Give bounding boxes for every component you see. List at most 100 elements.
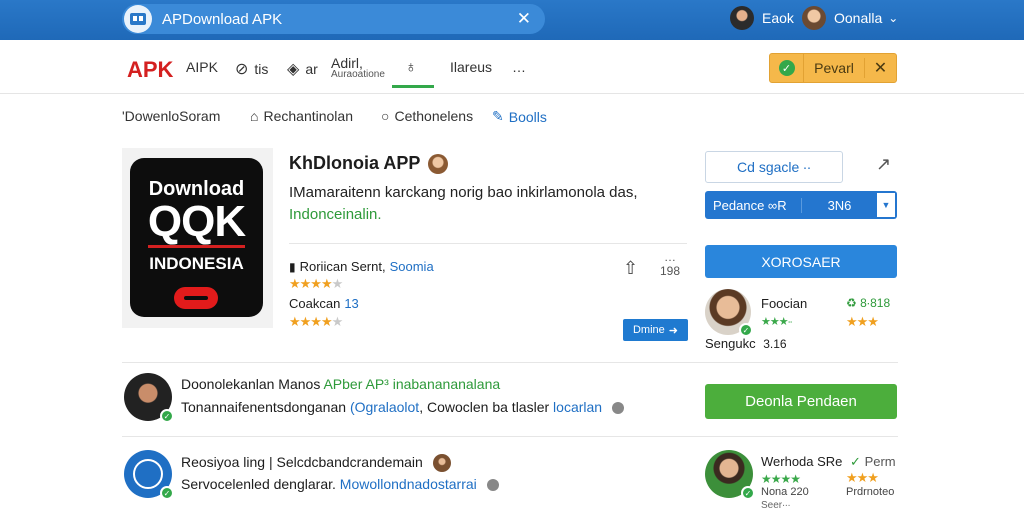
user-menu-2[interactable]: Oonalla ⌄: [802, 6, 898, 30]
lock-icon: ⌂: [250, 108, 259, 124]
nav-item-label: Adirl,: [331, 55, 363, 71]
reviewer-sub-value: 3.16: [763, 337, 787, 351]
nav-item-label: ar: [305, 61, 318, 77]
check-icon: ✓: [850, 454, 861, 469]
close-icon[interactable]: ✕: [864, 58, 896, 78]
reviewer-avatar[interactable]: ✓: [705, 289, 753, 337]
nav-item-more[interactable]: …: [512, 59, 526, 75]
verified-icon: ✓: [741, 486, 755, 500]
select-value: 3N6: [801, 197, 877, 213]
subnav-label: Rechantinolan: [263, 108, 353, 124]
meta-value: 13: [344, 296, 359, 311]
row-title-text-2: | Selcdcbandcrandemain: [268, 454, 423, 470]
nav-item-ilareus[interactable]: Ilareus: [450, 59, 492, 75]
app-description: IMamaraitenn karckang norig bao inkirlam…: [289, 182, 649, 226]
reviewer-stars-green: ★★★★: [761, 472, 801, 486]
sub-nav: 'DowenloSoram ⌂ Rechantinolan ○ Cethonel…: [0, 100, 1024, 130]
check-icon: ✓: [778, 60, 795, 76]
action-button[interactable]: Pevarl: [804, 60, 864, 76]
share-icon[interactable]: ⇧: [623, 258, 638, 279]
info-icon[interactable]: [611, 402, 624, 415]
globe-icon: [133, 459, 163, 489]
row-sub-link[interactable]: (Ogralaolot: [350, 399, 419, 415]
subnav-tools[interactable]: ✎ Boolls: [492, 108, 547, 125]
divider: [122, 362, 898, 363]
active-tab-indicator: [392, 85, 434, 88]
nav-item-label: tis: [254, 61, 269, 77]
search-text[interactable]: APDownload APK: [162, 11, 517, 28]
reviewer-rating: ♻ 8∙818: [846, 296, 891, 310]
play-icon: [174, 287, 218, 309]
row-title-text: Reosiyoa ling: [181, 454, 266, 470]
select-label: Pedance ∞R: [713, 197, 787, 213]
subnav-cethon[interactable]: ○ Cethonelens: [381, 108, 473, 124]
nav-item-label: AIPK: [186, 59, 218, 75]
app-cover[interactable]: Download QQK INDONESIA: [122, 148, 273, 328]
subnav-download[interactable]: 'DowenloSoram: [122, 108, 220, 124]
nav-item-adirl[interactable]: Adirl, Auraoatione: [331, 55, 385, 80]
row-sub-link[interactable]: Mowollondnadostarrai: [340, 476, 477, 492]
reviewer-name-text: Werhoda SRe: [761, 454, 843, 469]
search-bar[interactable]: APDownload APK ✕: [122, 4, 545, 34]
divider: [122, 436, 898, 437]
stars-filled: ★★★★: [289, 314, 333, 329]
logo[interactable]: APK: [127, 57, 173, 83]
app-store-icon: [124, 5, 152, 33]
meta-link[interactable]: Soomia: [390, 259, 434, 274]
nav-item-tis[interactable]: ⊘ tis: [235, 59, 268, 79]
download-button[interactable]: Deonla Pendaen: [705, 384, 897, 419]
row-sub-link-2[interactable]: locarlan: [553, 399, 602, 415]
version-select[interactable]: Pedance ∞R 3N6 ▼: [705, 191, 897, 219]
row-sub: Tonannaifenentsdonganan (Ogralaolot, Cow…: [181, 399, 624, 415]
reviewer-count-right: Prdrnoteo: [846, 486, 895, 498]
user-name: Oonalla: [834, 10, 883, 26]
desc-main: IMamaraitenn karckang norig bao inkirlam…: [289, 184, 638, 201]
logo-line-3: INDONESIA: [149, 254, 244, 273]
info-icon[interactable]: [486, 479, 499, 492]
forward-icon[interactable]: ↗: [876, 154, 891, 175]
nav-item-apps[interactable]: ♁: [405, 59, 423, 77]
outline-button[interactable]: Cd sgacle ∙∙: [705, 151, 843, 183]
close-icon[interactable]: ✕: [517, 9, 531, 29]
app-meta-2: Coakcan 13: [289, 296, 359, 311]
nav-item-apk[interactable]: AIPK: [186, 59, 218, 75]
nav-item-ar[interactable]: ◈ ar: [287, 59, 318, 79]
user-menu-1[interactable]: Eaok: [730, 6, 794, 30]
logo-line-2: QQK: [147, 197, 246, 246]
share-count-value: 198: [660, 264, 681, 278]
pencil-icon: ✎: [492, 108, 504, 124]
reviewer-avatar[interactable]: ✓: [705, 450, 755, 500]
mini-button-label: Dmine: [632, 324, 665, 336]
desc-link[interactable]: Indonceinalin.: [289, 206, 382, 223]
rating-stars: ★★★★★: [289, 276, 344, 292]
nav-item-sublabel: Auraoatione: [331, 69, 385, 80]
meta-label: Coakcan: [289, 296, 341, 311]
compass-icon: ⊘: [235, 61, 249, 78]
row-avatar[interactable]: ✓: [124, 373, 174, 423]
row-title: Doonolekanlan Manos APber AP³ inabananan…: [181, 376, 500, 392]
confirm-button[interactable]: ✓: [770, 54, 804, 82]
subnav-label: Boolls: [508, 108, 547, 125]
reviewer-name: Foocian: [761, 296, 808, 311]
verified-icon: ✓: [160, 409, 174, 423]
subnav-label: Cethonelens: [394, 108, 474, 124]
row-avatar[interactable]: ✓: [124, 450, 174, 500]
action-group: ✓ Pevarl ✕: [769, 53, 897, 83]
avatar: [432, 454, 451, 473]
circle-icon: ○: [381, 108, 390, 124]
mini-download-button[interactable]: Dmine ➜: [623, 319, 688, 341]
reviewer-sub: Sengukc 3.16: [705, 336, 787, 351]
row-title-link[interactable]: APber AP³ inabanananalana: [323, 376, 500, 392]
subnav-label: 'DowenloSoram: [122, 108, 221, 124]
primary-button[interactable]: XOROSAER: [705, 245, 897, 278]
share-count: … 198: [660, 250, 680, 278]
stars-empty: ★: [331, 276, 344, 291]
reviewer-tag: Perm: [864, 454, 896, 469]
verified-icon: ✓: [739, 323, 753, 337]
more-icon: …: [512, 59, 526, 75]
row-sub-text: Servocelenled denglarar.: [181, 476, 336, 492]
apple-icon: ♁: [405, 59, 417, 76]
row-sub-text: Tonannaifenentsdonganan: [181, 399, 347, 415]
subnav-rechan[interactable]: ⌂ Rechantinolan: [250, 108, 353, 124]
row-title-text: Doonolekanlan Manos: [181, 376, 321, 392]
